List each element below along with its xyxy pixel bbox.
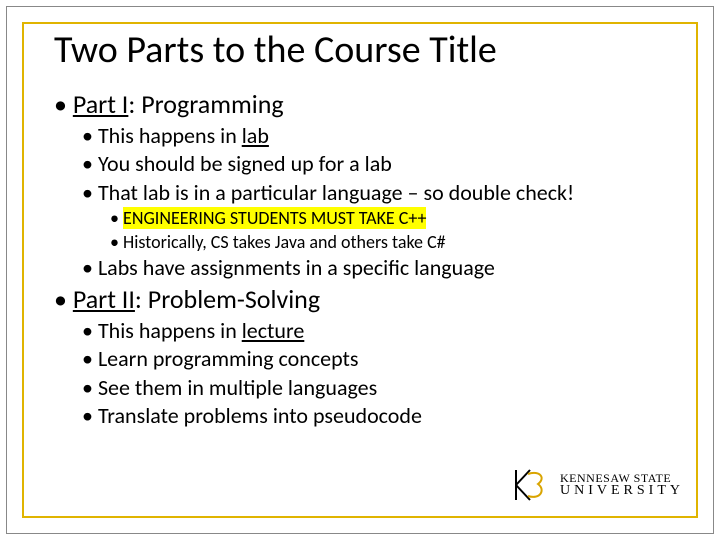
part1-item-lab-underline: lab (242, 122, 269, 149)
highlight-engineering: ENGINEERING STUDENTS MUST TAKE C++ (123, 207, 426, 229)
part2-item-concepts: Learn programming concepts (82, 345, 680, 374)
part1-item-assignments: Labs have assignments in a specific lang… (82, 254, 680, 283)
part2-item-pseudocode: Translate problems into pseudocode (82, 402, 680, 431)
part1-item-language: That lab is in a particular language – s… (82, 179, 680, 208)
part2-item-lecture-underline: lecture (242, 317, 305, 344)
part1-sublist: This happens in lab You should be signed… (54, 122, 680, 283)
part2-item-lecture-text: This happens in (98, 317, 242, 344)
part2-heading-rest: : Problem-Solving (135, 283, 320, 315)
part2-heading-underline: Part II (73, 283, 135, 315)
part1-item-signup: You should be signed up for a lab (82, 150, 680, 179)
logo-line2: UNIVERSITY (560, 484, 684, 498)
university-logo: KENNESAW STATE UNIVERSITY (510, 464, 684, 506)
part2-sublist: This happens in lecture Learn programmin… (54, 317, 680, 431)
ks-mark-icon (510, 464, 552, 506)
slide-content: Two Parts to the Course Title Part I: Pr… (54, 30, 680, 431)
part1-heading: Part I: Programming This happens in lab … (54, 88, 680, 283)
part2-item-lecture: This happens in lecture (82, 317, 680, 346)
part2-item-languages: See them in multiple languages (82, 374, 680, 403)
slide: Two Parts to the Course Title Part I: Pr… (0, 0, 720, 540)
part1-item-history: Historically, CS takes Java and others t… (110, 231, 680, 254)
part1-heading-underline: Part I (73, 88, 129, 120)
part1-item-engineering: ENGINEERING STUDENTS MUST TAKE C++ (110, 207, 680, 230)
slide-title: Two Parts to the Course Title (54, 30, 680, 72)
part1-item-lab: This happens in lab (82, 122, 680, 151)
part1-item-lab-text: This happens in (98, 122, 242, 149)
bullet-list: Part I: Programming This happens in lab … (54, 88, 680, 431)
logo-text: KENNESAW STATE UNIVERSITY (560, 472, 684, 498)
part1-subsublist: ENGINEERING STUDENTS MUST TAKE C++ Histo… (54, 207, 680, 254)
part2-heading: Part II: Problem-Solving This happens in… (54, 283, 680, 431)
part1-heading-rest: : Programming (128, 88, 283, 120)
